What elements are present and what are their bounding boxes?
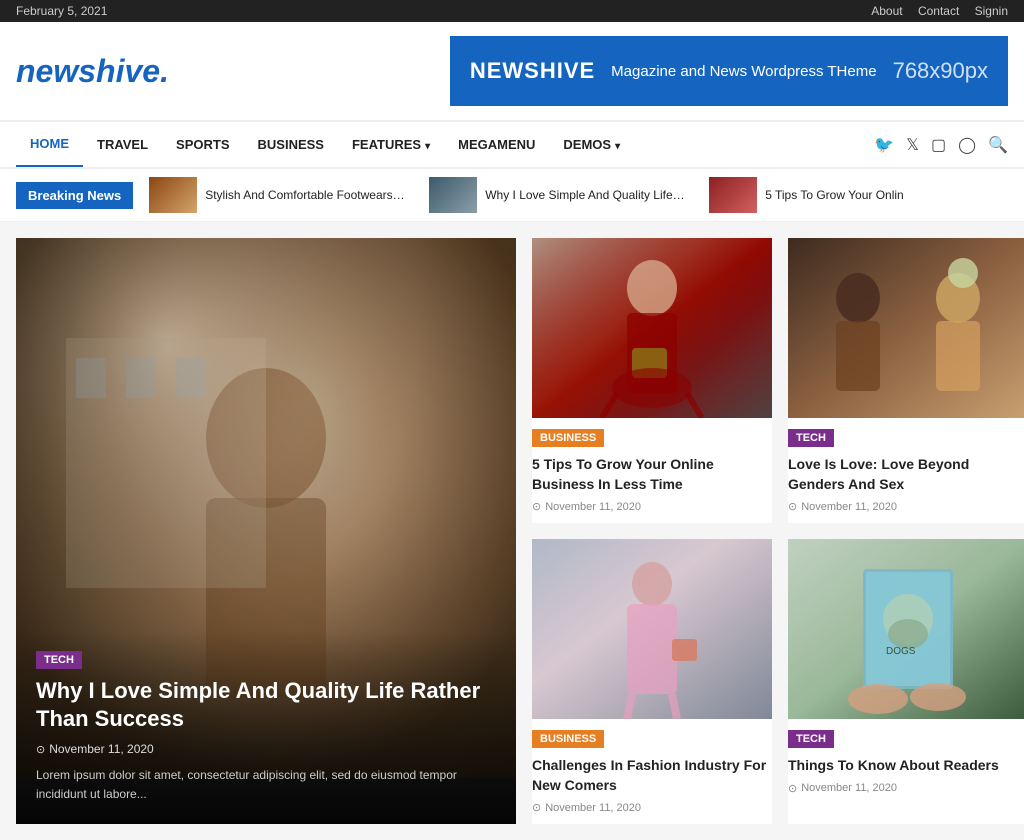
nav-travel[interactable]: TRAVEL (83, 123, 162, 166)
main-content: TECH Why I Love Simple And Quality Life … (0, 222, 1024, 840)
header: newshive. NEWSHIVE Magazine and News Wor… (0, 22, 1024, 120)
breaking-news-label: Breaking News (16, 182, 133, 209)
article-date-1: November 11, 2020 (532, 500, 772, 513)
article-image-3 (532, 539, 772, 719)
article-card-3[interactable]: BUSINESS Challenges In Fashion Industry … (532, 539, 772, 824)
article-category-1: BUSINESS (532, 429, 604, 447)
about-link[interactable]: About (871, 4, 902, 18)
nav-business[interactable]: BUSINESS (244, 123, 338, 166)
nav-home[interactable]: HOME (16, 122, 83, 167)
nav-megamenu[interactable]: MEGAMENU (444, 123, 549, 166)
breaking-thumb-2 (429, 177, 477, 213)
facebook-icon[interactable]: 🐦 (874, 135, 894, 155)
twitter-icon[interactable]: 𝕏 (906, 135, 919, 155)
article-date-2: November 11, 2020 (788, 500, 1024, 513)
top-bar: February 5, 2021 About Contact Signin (0, 0, 1024, 22)
logo-part2: hive (96, 53, 160, 89)
breaking-item-1[interactable]: Stylish And Comfortable Footwears At Bes… (149, 177, 405, 213)
article-card-4[interactable]: DOGS TECH Things To Know About Readers N… (788, 539, 1024, 824)
ad-banner-text: Magazine and News Wordpress THeme (611, 61, 876, 82)
featured-overlay: TECH Why I Love Simple And Quality Life … (16, 630, 516, 825)
article-body-4: TECH Things To Know About Readers Novemb… (788, 719, 1024, 805)
article-title-2: Love Is Love: Love Beyond Genders And Se… (788, 455, 1024, 494)
articles-grid: BUSINESS 5 Tips To Grow Your Online Busi… (532, 238, 1024, 824)
breaking-news-items: Stylish And Comfortable Footwears At Bes… (149, 177, 1008, 213)
article-date-4: November 11, 2020 (788, 782, 1024, 795)
demos-chevron-icon (615, 137, 620, 152)
article-card-1[interactable]: BUSINESS 5 Tips To Grow Your Online Busi… (532, 238, 772, 523)
features-chevron-icon (425, 137, 430, 152)
ad-banner-brand: NEWSHIVE (470, 58, 595, 84)
ad-banner: NEWSHIVE Magazine and News Wordpress THe… (450, 36, 1008, 106)
article-category-4: TECH (788, 730, 834, 748)
featured-title: Why I Love Simple And Quality Life Rathe… (36, 677, 496, 734)
article-title-1: 5 Tips To Grow Your Online Business In L… (532, 455, 772, 494)
featured-article[interactable]: TECH Why I Love Simple And Quality Life … (16, 238, 516, 824)
ad-banner-size: 768x90px (893, 58, 988, 84)
signin-link[interactable]: Signin (975, 4, 1008, 18)
nav: HOME TRAVEL SPORTS BUSINESS FEATURES MEG… (0, 120, 1024, 169)
clock-icon-a2 (788, 500, 797, 513)
breaking-item-2[interactable]: Why I Love Simple And Quality Life Rathe… (429, 177, 685, 213)
clock-icon (36, 742, 45, 756)
article-image-2 (788, 238, 1024, 418)
breaking-title-1: Stylish And Comfortable Footwears At Bes… (205, 188, 405, 202)
clock-icon-a4 (788, 782, 797, 795)
article-body-2: TECH Love Is Love: Love Beyond Genders A… (788, 418, 1024, 523)
breaking-news-bar: Breaking News Stylish And Comfortable Fo… (0, 169, 1024, 222)
pinterest-icon[interactable]: ◯ (958, 135, 976, 155)
breaking-thumb-1 (149, 177, 197, 213)
article-body-1: BUSINESS 5 Tips To Grow Your Online Busi… (532, 418, 772, 523)
nav-social: 🐦 𝕏 ▢ ◯ (874, 135, 976, 155)
breaking-thumb-3 (709, 177, 757, 213)
logo-part1: news (16, 53, 96, 89)
article-category-2: TECH (788, 429, 834, 447)
breaking-title-3: 5 Tips To Grow Your Onlin (765, 188, 904, 202)
nav-sports[interactable]: SPORTS (162, 123, 243, 166)
article-image-4: DOGS (788, 539, 1024, 719)
svg-text:DOGS: DOGS (886, 646, 916, 657)
article-title-4: Things To Know About Readers (788, 756, 1024, 776)
nav-features[interactable]: FEATURES (338, 123, 444, 166)
article-date-3: November 11, 2020 (532, 801, 772, 814)
breaking-item-3[interactable]: 5 Tips To Grow Your Onlin (709, 177, 904, 213)
logo-dot: . (160, 53, 169, 89)
article-image-1 (532, 238, 772, 418)
clock-icon-a3 (532, 801, 541, 814)
article-card-2[interactable]: TECH Love Is Love: Love Beyond Genders A… (788, 238, 1024, 523)
nav-links: HOME TRAVEL SPORTS BUSINESS FEATURES MEG… (16, 122, 874, 167)
search-icon[interactable]: 🔍 (988, 135, 1008, 155)
logo[interactable]: newshive. (16, 53, 169, 90)
article-title-3: Challenges In Fashion Industry For New C… (532, 756, 772, 795)
nav-demos[interactable]: DEMOS (549, 123, 634, 166)
contact-link[interactable]: Contact (918, 4, 959, 18)
article-category-3: BUSINESS (532, 730, 604, 748)
instagram-icon[interactable]: ▢ (931, 135, 946, 155)
top-bar-links: About Contact Signin (859, 4, 1008, 18)
featured-excerpt: Lorem ipsum dolor sit amet, consectetur … (36, 766, 496, 804)
featured-date: November 11, 2020 (36, 742, 496, 756)
clock-icon-a1 (532, 500, 541, 513)
article-body-3: BUSINESS Challenges In Fashion Industry … (532, 719, 772, 824)
top-bar-date: February 5, 2021 (16, 4, 107, 18)
breaking-title-2: Why I Love Simple And Quality Life Rathe… (485, 188, 685, 202)
logo-text: newshive. (16, 53, 169, 90)
featured-category: TECH (36, 651, 82, 669)
